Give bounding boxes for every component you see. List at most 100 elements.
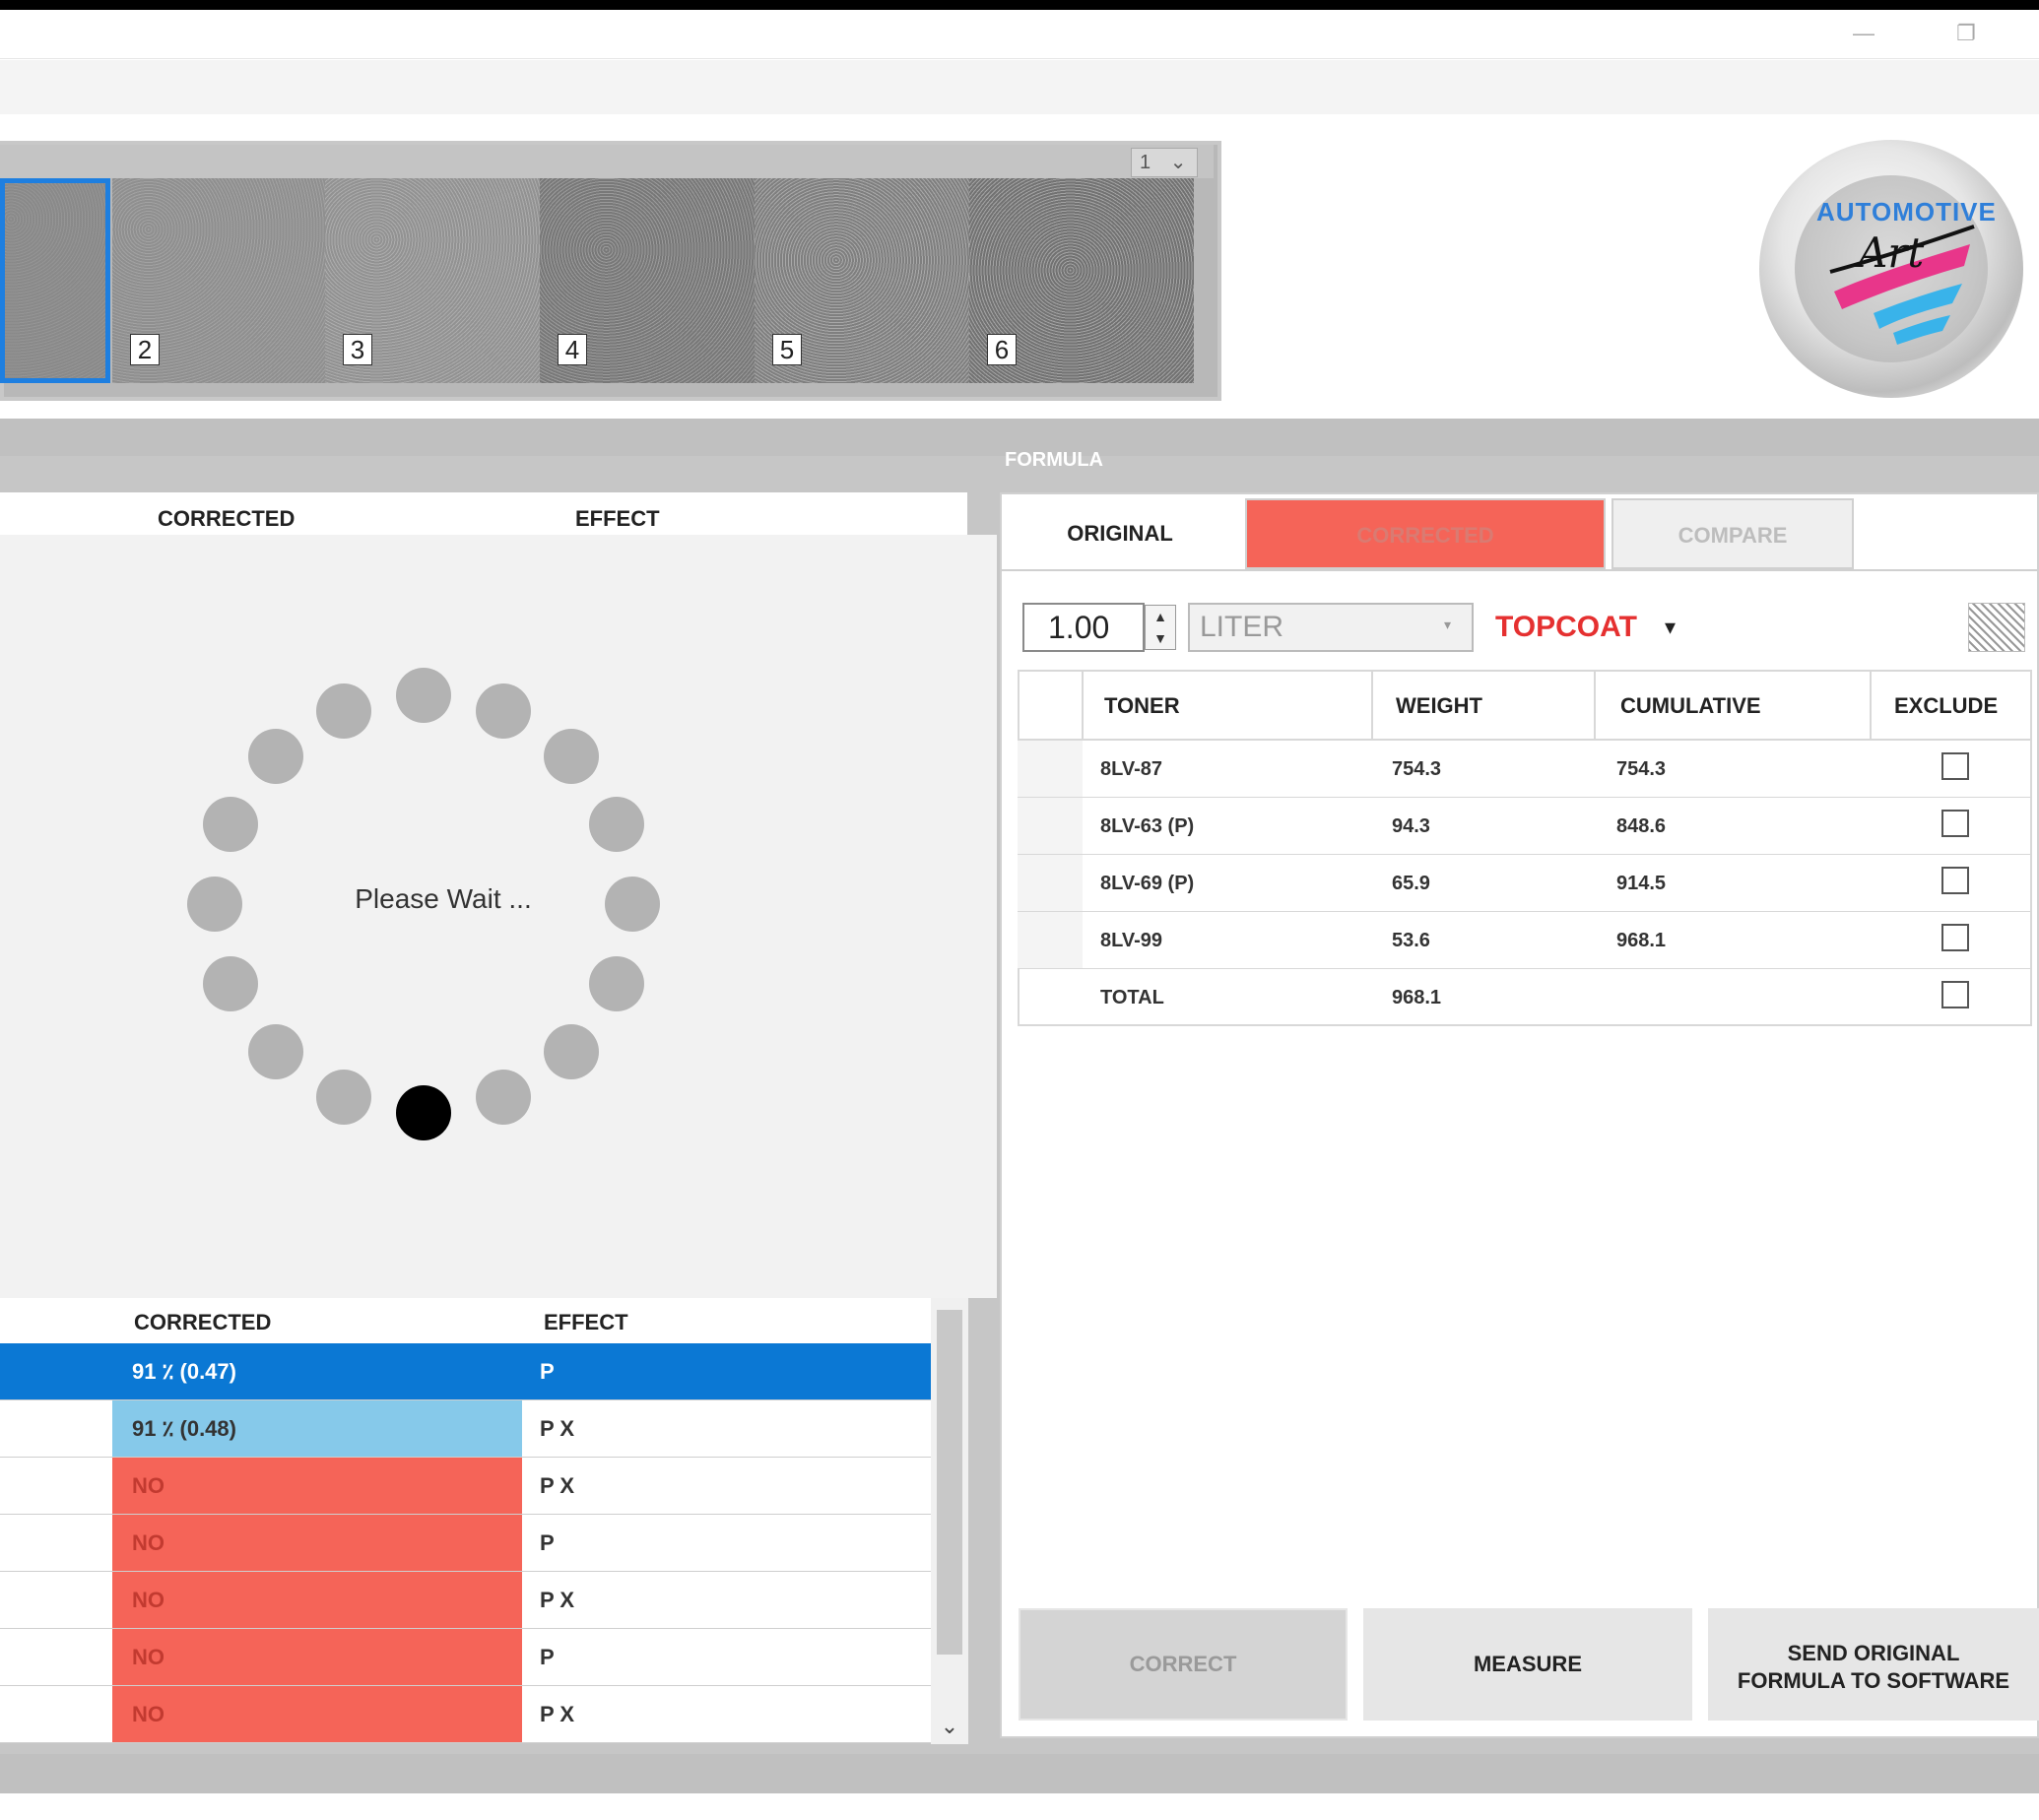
header-toner: TONER — [1104, 693, 1180, 718]
chevron-down-icon: ⌄ — [1169, 152, 1187, 173]
spinner-dot — [605, 877, 660, 932]
weight-cell: 754.3 — [1392, 758, 1442, 780]
cumulative-cell: 914.5 — [1616, 873, 1667, 894]
spinner-dot — [588, 956, 644, 1012]
quantity-stepper[interactable]: ▲ ▼ — [1145, 605, 1176, 650]
spinner-dot — [476, 1069, 532, 1125]
chevron-down-icon[interactable]: ▾ — [1444, 617, 1451, 633]
swatch-number: 3 — [343, 334, 372, 365]
toner-cell: 8LV-87 — [1100, 758, 1162, 780]
weight-cell: 53.6 — [1392, 930, 1430, 951]
effect-cell: P X — [540, 1588, 575, 1612]
exclude-checkbox[interactable] — [1941, 981, 1969, 1008]
table-row[interactable]: 8LV-99 53.6 968.1 — [1018, 912, 2032, 969]
spinner-dot — [396, 668, 451, 723]
loading-overlay — [0, 535, 997, 1298]
effect-cell: P — [540, 1530, 555, 1555]
swatch-5[interactable]: 5 — [755, 178, 969, 383]
effect-cell: P — [540, 1359, 555, 1384]
effect-cell: P — [540, 1645, 555, 1669]
spinner-dot — [315, 1069, 371, 1125]
cumulative-cell: 968.1 — [1616, 930, 1667, 951]
formula-table-header: TONER WEIGHT CUMULATIVE EXCLUDE — [1018, 672, 2032, 741]
table-row[interactable]: 8LV-87 754.3 754.3 — [1018, 741, 2032, 798]
row-selector[interactable] — [1018, 741, 1083, 797]
spinner-dot — [315, 683, 371, 740]
swatch-number: 2 — [130, 334, 160, 365]
corrected-cell: 91 ٪ (0.47) — [132, 1359, 236, 1384]
table-row[interactable]: 91 ٪ (0.47) P — [0, 1343, 931, 1400]
row-selector[interactable] — [1018, 912, 1083, 968]
total-row: TOTAL 968.1 — [1018, 969, 2032, 1026]
swatch-2[interactable]: 2 — [112, 178, 325, 383]
weight-cell: 65.9 — [1392, 873, 1430, 894]
spinner-dot — [248, 1023, 304, 1079]
scrollbar-thumb[interactable] — [937, 1310, 962, 1655]
restore-icon[interactable]: ❐ — [1946, 14, 1986, 53]
send-button-line-1: SEND ORIGINAL — [1787, 1641, 1960, 1665]
tab-strip-divider — [1000, 569, 2039, 571]
correct-button[interactable]: CORRECT — [1019, 1608, 1348, 1721]
exclude-checkbox[interactable] — [1941, 867, 1969, 894]
tab-corrected[interactable]: CORRECTED — [1245, 498, 1606, 569]
header-corrected: CORRECTED — [134, 1310, 272, 1334]
send-button-line-2: FORMULA TO SOFTWARE — [1737, 1668, 2010, 1693]
table-row[interactable]: NO P — [0, 1629, 931, 1686]
table-row[interactable]: NO P X — [0, 1686, 931, 1743]
send-formula-button[interactable]: SEND ORIGINAL FORMULA TO SOFTWARE — [1708, 1608, 2039, 1721]
window-footer — [0, 1793, 2039, 1820]
results-table-header: CORRECTED EFFECT — [0, 492, 967, 536]
window-top-border — [0, 0, 2039, 10]
loading-text: Please Wait ... — [355, 883, 532, 914]
title-bar — [0, 10, 2039, 59]
cumulative-cell: 848.6 — [1616, 815, 1667, 837]
swatch-number: 4 — [558, 334, 587, 365]
column-divider — [1870, 672, 1872, 741]
swatch-page-value: 1 — [1140, 152, 1151, 173]
total-weight: 968.1 — [1392, 987, 1442, 1008]
swatch-4[interactable]: 4 — [540, 178, 755, 383]
table-row[interactable]: NO P — [0, 1515, 931, 1572]
row-selector[interactable] — [1018, 855, 1083, 911]
grid-view-icon[interactable] — [1968, 603, 2025, 652]
column-divider — [1082, 672, 1084, 741]
row-selector[interactable] — [1018, 798, 1083, 854]
spinner-dot — [588, 796, 644, 852]
table-row[interactable]: NO P X — [0, 1458, 931, 1515]
header-exclude: EXCLUDE — [1894, 693, 1999, 718]
table-row[interactable]: 8LV-69 (P) 65.9 914.5 — [1018, 855, 2032, 912]
selected-swatch-outline — [0, 178, 110, 383]
exclude-checkbox[interactable] — [1941, 752, 1969, 780]
logo-emblem: AUTOMOTIVE Art — [1795, 175, 1996, 362]
stepper-up-icon[interactable]: ▲ — [1146, 606, 1175, 627]
automotive-art-logo: AUTOMOTIVE Art — [1759, 140, 2023, 398]
spinner-dot — [248, 729, 304, 785]
tab-original[interactable]: ORIGINAL — [1003, 498, 1237, 569]
effect-cell: P X — [540, 1702, 575, 1726]
layer-label: TOPCOAT — [1495, 611, 1637, 643]
quantity-input[interactable]: 1.00 — [1022, 603, 1145, 652]
scroll-down-icon[interactable]: ⌄ — [931, 1709, 968, 1744]
stepper-down-icon[interactable]: ▼ — [1146, 627, 1175, 649]
unit-select[interactable]: LITER — [1188, 603, 1474, 652]
column-divider — [1371, 672, 1373, 741]
table-row[interactable]: NO P X — [0, 1572, 931, 1629]
exclude-checkbox[interactable] — [1941, 810, 1969, 837]
cumulative-cell: 754.3 — [1616, 758, 1667, 780]
header-effect: EFFECT — [575, 506, 660, 531]
minimize-icon[interactable]: — — [1844, 14, 1883, 53]
header-corrected: CORRECTED — [158, 506, 296, 531]
swatch-page-dropdown[interactable]: 1 ⌄ — [1131, 148, 1198, 177]
measure-button[interactable]: MEASURE — [1363, 1608, 1692, 1721]
swatch-6[interactable]: 6 — [969, 178, 1194, 383]
swatch-3[interactable]: 3 — [325, 178, 540, 383]
layer-dropdown-icon[interactable]: ▾ — [1665, 615, 1676, 640]
tab-compare[interactable]: COMPARE — [1611, 498, 1854, 569]
toner-cell: 8LV-99 — [1100, 930, 1162, 951]
spinner-dot — [187, 877, 242, 932]
spinner-dot — [543, 729, 599, 785]
exclude-checkbox[interactable] — [1941, 924, 1969, 951]
corrected-cell: NO — [112, 1629, 522, 1685]
table-row[interactable]: 91 ٪ (0.48) P X — [0, 1400, 931, 1458]
table-row[interactable]: 8LV-63 (P) 94.3 848.6 — [1018, 798, 2032, 855]
